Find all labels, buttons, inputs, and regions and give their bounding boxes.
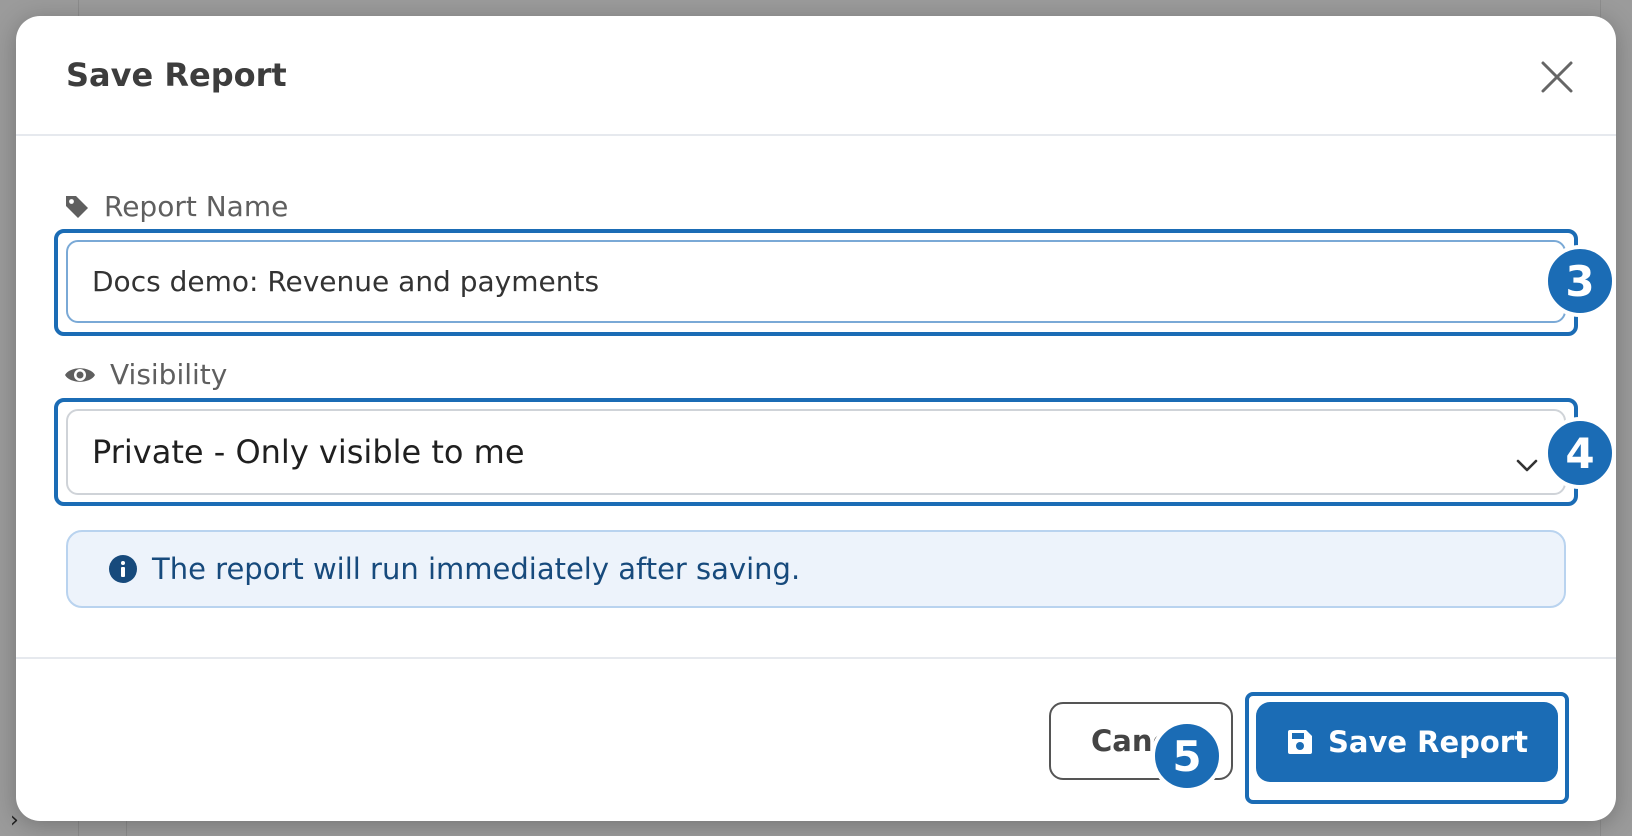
save-report-button[interactable]: Save Report bbox=[1256, 702, 1558, 782]
save-report-dialog: Save Report Report Name Visibil bbox=[16, 16, 1616, 821]
step-badge-report-name: 3 bbox=[1544, 245, 1616, 317]
chevron-right-icon[interactable]: › bbox=[10, 808, 19, 833]
step-badge-visibility: 4 bbox=[1544, 417, 1616, 489]
close-button[interactable] bbox=[1540, 60, 1574, 94]
report-name-label: Report Name bbox=[64, 190, 288, 223]
close-icon bbox=[1541, 61, 1573, 93]
visibility-label-text: Visibility bbox=[110, 358, 228, 391]
chevron-down-icon bbox=[1516, 443, 1538, 481]
tag-icon bbox=[64, 194, 90, 220]
step-badge-save: 5 bbox=[1151, 720, 1223, 792]
save-report-button-label: Save Report bbox=[1328, 725, 1528, 759]
eye-icon bbox=[64, 363, 96, 387]
dialog-footer-divider bbox=[16, 657, 1616, 659]
info-alert-text: The report will run immediately after sa… bbox=[152, 552, 801, 586]
dialog-header: Save Report bbox=[16, 16, 1616, 136]
visibility-selected-value: Private - Only visible to me bbox=[92, 433, 525, 471]
visibility-select[interactable]: Private - Only visible to me bbox=[66, 409, 1566, 495]
info-circle-icon bbox=[108, 554, 138, 584]
info-alert: The report will run immediately after sa… bbox=[66, 530, 1566, 608]
report-name-input[interactable] bbox=[66, 240, 1566, 323]
report-name-label-text: Report Name bbox=[104, 190, 289, 223]
floppy-disk-icon bbox=[1286, 728, 1314, 756]
visibility-label: Visibility bbox=[64, 358, 227, 391]
dialog-title: Save Report bbox=[66, 56, 287, 94]
